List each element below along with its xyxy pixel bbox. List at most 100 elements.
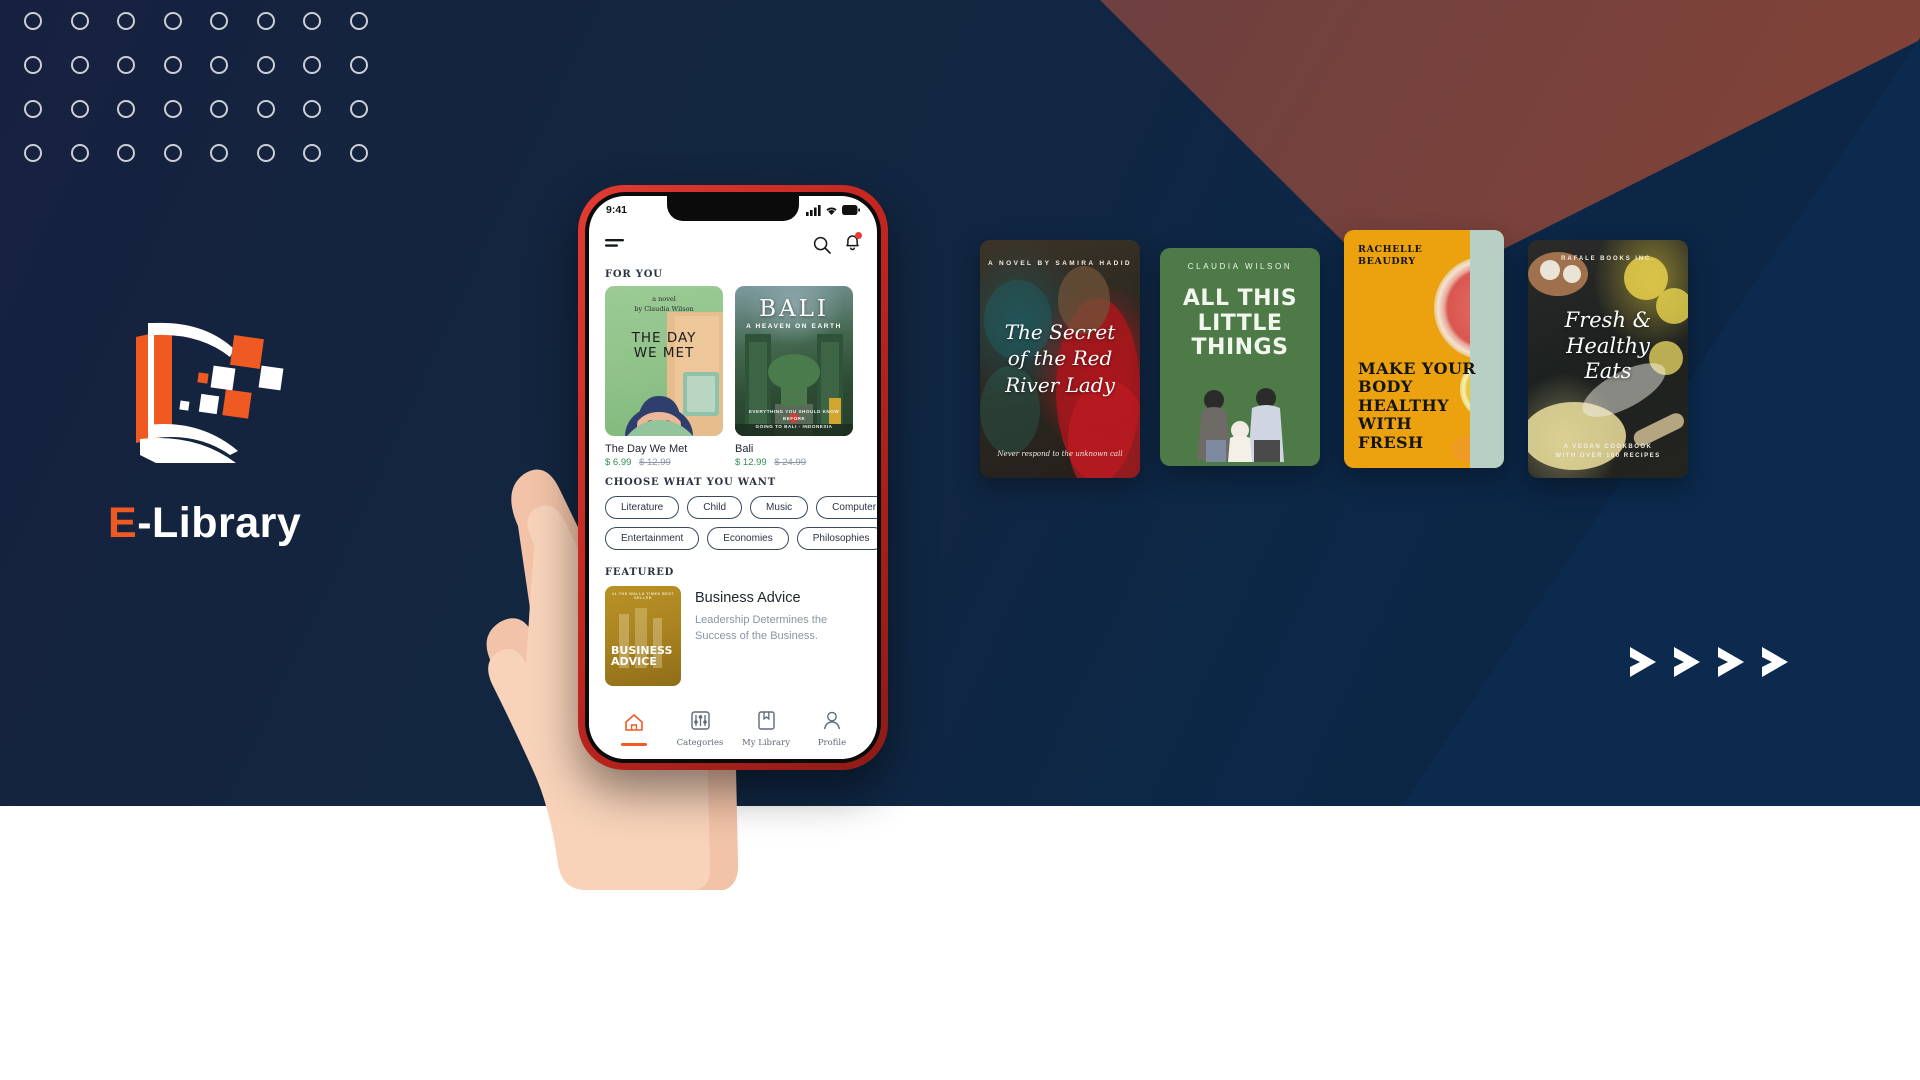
active-tab-indicator bbox=[621, 742, 647, 746]
person-icon[interactable] bbox=[823, 711, 841, 730]
category-chip[interactable]: Entertainment bbox=[605, 527, 700, 550]
category-chip[interactable]: Computer bbox=[816, 496, 877, 519]
promo-banner: E-Library A NOVEL BY SAMIRA HADID The Se… bbox=[0, 0, 1920, 1080]
hamburger-menu-icon[interactable] bbox=[605, 238, 624, 251]
decorative-dot bbox=[70, 100, 89, 118]
cover-title: Fresh & Healthy Eats bbox=[1564, 308, 1652, 384]
status-bar-time: 9:41 bbox=[606, 204, 628, 216]
category-chip[interactable]: Child bbox=[687, 496, 743, 519]
featured-cover-title: BUSINESS ADVICE bbox=[611, 643, 673, 669]
brand-name-rest: -Library bbox=[137, 499, 302, 547]
tab-profile[interactable]: Profile bbox=[799, 711, 865, 748]
cover-title: MAKE YOUR BODY HEALTHY WITH FRESH bbox=[1358, 359, 1477, 452]
for-you-book-list: a novel by Claudia Wilson THE DAY WE MET T… bbox=[589, 286, 877, 468]
cover-author: RACHELLE BEAUDRY bbox=[1358, 244, 1423, 267]
tab-categories[interactable]: Categories bbox=[667, 710, 733, 748]
book-price: $ 6.99 bbox=[605, 457, 632, 468]
bottom-tab-bar: Categories My Library Profile bbox=[589, 705, 877, 759]
decorative-dot bbox=[163, 12, 182, 30]
cover-title: THE DAY WE MET bbox=[631, 329, 697, 362]
phone-bezel: 9:41 FOR YOU a novel by Claudia Wilson T… bbox=[585, 192, 881, 763]
decorative-dot bbox=[303, 56, 321, 74]
book-title: The Day We Met bbox=[605, 443, 688, 455]
decorative-dot bbox=[256, 12, 275, 30]
book-title: Bali bbox=[735, 443, 754, 455]
book-old-price: $ 24.99 bbox=[774, 457, 807, 468]
decorative-dot bbox=[256, 100, 275, 118]
book-price: $ 12.99 bbox=[735, 457, 767, 468]
cover-subtitle: A HEAVEN ON EARTH bbox=[746, 323, 842, 330]
book-old-price: $ 12.99 bbox=[639, 457, 671, 468]
featured-item[interactable]: #1 THE WALLS TIMES BEST SELLER BUSINESS A… bbox=[589, 584, 877, 686]
decorative-dot bbox=[117, 144, 135, 162]
family-illustration-icon bbox=[1197, 388, 1284, 462]
section-label-choose-what-you-want: CHOOSE WHAT YOU WANT bbox=[605, 477, 776, 488]
battery-icon bbox=[842, 205, 860, 215]
decorative-dot bbox=[303, 100, 321, 118]
decorative-dot bbox=[24, 56, 42, 74]
showcase-cover-make-your-body-healthy[interactable]: RACHELLE BEAUDRY MAKE YOUR BODY HEALTHY WITH… bbox=[1344, 230, 1504, 468]
app-bar bbox=[589, 224, 877, 260]
book-card[interactable]: a novel by Claudia Wilson THE DAY WE MET T… bbox=[605, 286, 723, 468]
wifi-icon bbox=[826, 207, 837, 215]
decorative-dot bbox=[117, 100, 135, 118]
decorative-dot bbox=[24, 12, 42, 30]
showcase-cover-all-this-little-things[interactable]: CLAUDIA WILSON ALL THIS LITTLE THINGS bbox=[1160, 248, 1320, 466]
brand-name: E-Library bbox=[108, 499, 408, 548]
decorative-dot bbox=[256, 56, 275, 74]
cover-author: RAFALE BOOKS INC. bbox=[1561, 256, 1655, 262]
decorative-dot bbox=[117, 56, 135, 74]
chevron-right-icon bbox=[1674, 647, 1700, 677]
category-chip[interactable]: Literature bbox=[605, 496, 680, 519]
sliders-icon[interactable] bbox=[690, 710, 710, 730]
decorative-dot bbox=[163, 144, 182, 162]
book-card[interactable]: BALI A HEAVEN ON EARTH EVERYTHING YOU SH… bbox=[735, 286, 853, 468]
showcase-cover-secret-red-river-lady[interactable]: A NOVEL BY SAMIRA HADID The Secret of the… bbox=[980, 240, 1140, 478]
search-icon[interactable] bbox=[813, 236, 831, 254]
cover-title: ALL THIS LITTLE THINGS bbox=[1182, 286, 1298, 361]
decorative-dot bbox=[349, 100, 368, 118]
cover-tagline: A VEGAN COOKBOOK WITH OVER 100 RECIPES bbox=[1555, 443, 1661, 460]
decorative-dot bbox=[303, 144, 321, 162]
book-cover-bali: BALI A HEAVEN ON EARTH EVERYTHING YOU SH… bbox=[735, 286, 853, 436]
cover-author: A NOVEL BY SAMIRA HADID bbox=[987, 260, 1133, 267]
featured-cover-top-text: #1 THE WALLS TIMES BEST SELLER bbox=[611, 592, 675, 600]
showcase-cover-fresh-and-healthy-eats[interactable]: RAFALE BOOKS INC. Fresh & Healthy Eats A V… bbox=[1528, 240, 1688, 478]
phone-screen: 9:41 FOR YOU a novel by Claudia Wilson T… bbox=[589, 196, 877, 759]
chevron-arrow-group bbox=[1628, 645, 1790, 679]
decorative-dot bbox=[210, 56, 228, 74]
notifications-button[interactable] bbox=[844, 232, 862, 256]
chevron-right-icon bbox=[1762, 647, 1788, 677]
bookmark-book-icon[interactable] bbox=[757, 710, 775, 730]
book-cover-the-day-we-met: a novel by Claudia Wilson THE DAY WE MET bbox=[605, 286, 723, 436]
tab-label: Profile bbox=[817, 737, 847, 748]
cover-tagline: Never respond to the unknown call bbox=[997, 450, 1123, 458]
decorative-dot bbox=[210, 100, 228, 118]
cover-byline: a novel by Claudia Wilson bbox=[634, 295, 694, 313]
decorative-dot bbox=[163, 100, 182, 118]
home-icon[interactable] bbox=[624, 713, 644, 732]
tab-home[interactable] bbox=[601, 713, 667, 746]
decorative-dot bbox=[70, 12, 89, 30]
notification-badge bbox=[855, 232, 862, 239]
category-chip-row: Literature Child Music Computer bbox=[605, 496, 877, 519]
decorative-dot bbox=[210, 12, 228, 30]
section-label-for-you: FOR YOU bbox=[605, 269, 663, 280]
decorative-dot bbox=[349, 12, 368, 30]
decorative-dot bbox=[256, 144, 275, 162]
tab-my-library[interactable]: My Library bbox=[733, 710, 799, 748]
cover-footer: EVERYTHING YOU SHOULD KNOW BEFORE GOING T… bbox=[748, 408, 840, 430]
decorative-dot bbox=[24, 144, 42, 162]
decorative-dot-grid bbox=[24, 12, 396, 188]
category-chip[interactable]: Music bbox=[750, 496, 809, 519]
brand-logo: E-Library bbox=[108, 315, 408, 548]
cover-title: The Secret of the Red River Lady bbox=[1004, 320, 1116, 397]
book-price-row: $ 6.99 $ 12.99 bbox=[605, 457, 723, 468]
chevron-right-icon bbox=[1630, 647, 1656, 677]
decorative-dot bbox=[349, 144, 368, 162]
category-chip-row: Entertainment Economies Philosophies bbox=[605, 527, 877, 550]
category-chip[interactable]: Economies bbox=[707, 527, 789, 550]
category-chip[interactable]: Philosophies bbox=[796, 527, 877, 550]
decorative-dot bbox=[303, 12, 321, 30]
section-label-featured: FEATURED bbox=[605, 567, 675, 578]
